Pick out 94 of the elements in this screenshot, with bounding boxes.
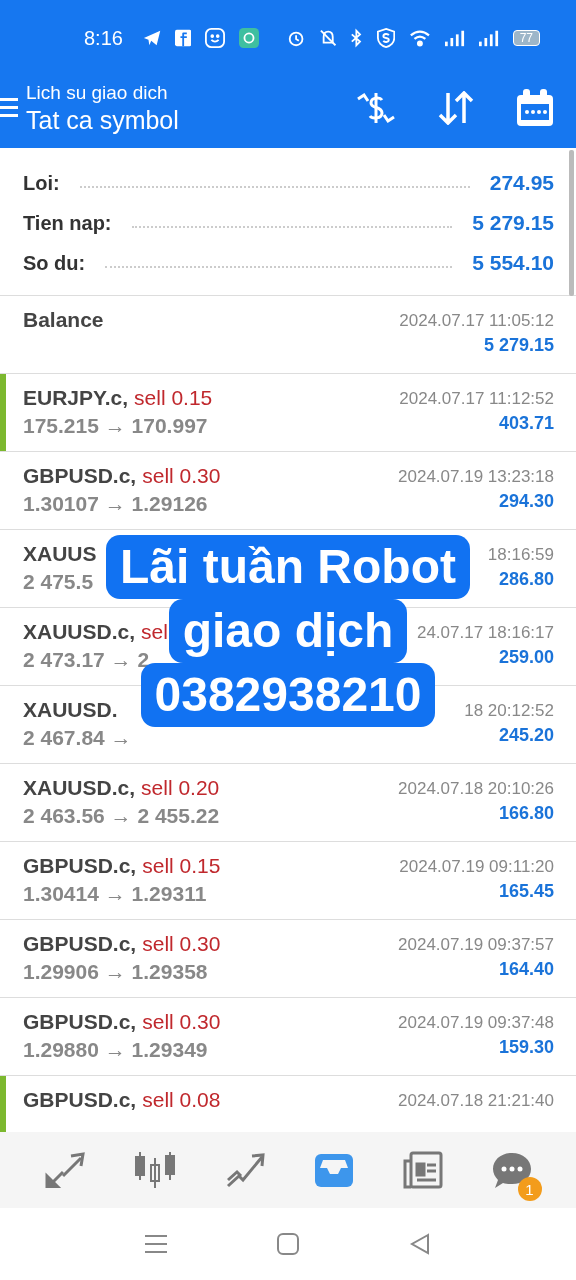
deal-prices: 1.29880 → 1.29349 — [23, 1038, 208, 1062]
summary-label: So du: — [23, 251, 86, 275]
summary-label: Loi: — [23, 171, 60, 195]
deal-prices: 2 463.56 → 2 455.22 — [23, 804, 220, 828]
deal-profit: 159.30 — [498, 1037, 554, 1058]
deal-symbol: XAUUS — [23, 542, 97, 566]
deal-time: 2024.07.18 21:21:40 — [398, 1091, 554, 1111]
deal-profit: 166.80 — [498, 803, 554, 824]
nav-tab[interactable] — [402, 1151, 443, 1189]
deal-symbol: XAUUSD.c, — [23, 776, 136, 800]
deal-prices: 1.30414 → 1.29311 — [23, 882, 207, 906]
square-icon — [277, 1233, 299, 1255]
signal-bars-icon — [444, 29, 465, 47]
deal-time: 2024.07.19 09:37:57 — [398, 935, 554, 955]
deal-prices: 2 467.84 → — [23, 726, 132, 750]
menu-button[interactable] — [0, 96, 18, 120]
deal-prices: 1.30107 → 1.29126 — [23, 492, 208, 516]
deal-type: sell 0.15 — [142, 854, 221, 878]
summary-label: Tien nap: — [23, 211, 112, 235]
deal-type: sell 0.20 — [141, 776, 220, 800]
wifi-icon — [408, 28, 431, 48]
currency-button[interactable] — [356, 90, 396, 126]
candlestick-icon — [133, 1150, 176, 1190]
sort-arrows-icon — [438, 91, 474, 125]
paper-plane-icon — [142, 29, 162, 47]
promo-caption: giao dịch — [168, 599, 408, 663]
deal-type: sell 0.08 — [142, 1088, 221, 1112]
menu-icon — [0, 96, 18, 120]
deal-prices: 2 475.5 — [23, 570, 94, 594]
deal-type: sel — [141, 620, 168, 644]
deal-prices: 1.29906 → 1.29358 — [23, 960, 208, 984]
deal-time: 2024.07.19 13:23:18 — [398, 467, 554, 487]
square-f-icon — [175, 29, 192, 47]
deal-profit: 294.30 — [498, 491, 554, 512]
deal-type: sell 0.30 — [142, 932, 221, 956]
deal-profit: 164.40 — [498, 959, 554, 980]
deal-symbol: GBPUSD.c, — [23, 464, 137, 488]
nav-tab[interactable] — [313, 1152, 354, 1188]
back-triangle-icon — [409, 1233, 431, 1255]
deal-time: 24.07.17 18:16:17 — [416, 623, 554, 643]
battery-indicator: 77 — [512, 30, 540, 46]
deal-time: 2024.07.19 09:37:48 — [398, 1013, 554, 1033]
deal-profit: 245.20 — [498, 725, 554, 746]
summary-value: 5 279.15 — [472, 211, 554, 235]
menu-icon — [145, 1234, 167, 1254]
deal-type: sell 0.15 — [134, 386, 213, 410]
deal-time: 18:16:59 — [487, 545, 554, 565]
sort-button[interactable] — [438, 91, 474, 125]
header-subtitle: Lich su giao dich — [26, 81, 169, 104]
back-button[interactable] — [409, 1233, 431, 1255]
deal-symbol: Balance — [23, 308, 104, 332]
promo-caption: Lãi tuần Robot — [106, 535, 470, 599]
trend-arrow-icon — [224, 1152, 265, 1188]
home-button[interactable] — [277, 1233, 299, 1255]
double-arrow-icon — [44, 1152, 85, 1188]
deal-symbol: EURJPY.c, — [23, 386, 129, 410]
inbox-icon — [313, 1152, 354, 1188]
deal-symbol: XAUUSD. — [23, 698, 118, 722]
header-title: Tat ca symbol — [26, 105, 180, 135]
deal-prices: 175.215 → 170.997 — [23, 414, 208, 438]
summary-value: 5 554.10 — [472, 251, 554, 275]
deal-time: 2024.07.18 20:10:26 — [398, 779, 554, 799]
clock-time: 8:16 — [84, 26, 123, 50]
recents-button[interactable] — [145, 1234, 167, 1254]
chat-app-icon — [239, 27, 260, 49]
deal-time: 2024.07.17 11:05:12 — [399, 311, 554, 331]
deal-time: 2024.07.17 11:12:52 — [399, 389, 554, 409]
deal-time: 2024.07.19 09:11:20 — [399, 857, 554, 877]
deal-profit: 165.45 — [498, 881, 554, 902]
smiley-icon — [205, 27, 226, 49]
newspaper-icon — [402, 1151, 443, 1189]
shield-icon — [376, 27, 395, 49]
deal-profit: 403.71 — [498, 413, 554, 434]
calendar-button[interactable] — [516, 89, 554, 127]
deal-symbol: XAUUSD.c, — [23, 620, 136, 644]
summary-value: 274.95 — [489, 171, 554, 195]
notification-badge: 1 — [517, 1177, 542, 1201]
deal-type: sell 0.30 — [142, 464, 221, 488]
deal-symbol: GBPUSD.c, — [23, 1088, 137, 1112]
deal-symbol: GBPUSD.c, — [23, 932, 137, 956]
nav-tab[interactable] — [133, 1150, 176, 1190]
signal-bars-icon — [478, 29, 499, 47]
calendar-icon — [516, 89, 554, 127]
deal-symbol: GBPUSD.c, — [23, 854, 137, 878]
deal-profit: 5 279.15 — [483, 335, 554, 356]
deal-profit: 259.00 — [498, 647, 554, 668]
nav-tab[interactable] — [224, 1152, 265, 1188]
bell-off-icon — [319, 28, 336, 48]
deal-time: 18 20:12:52 — [464, 701, 554, 721]
deal-type: sell 0.30 — [142, 1010, 221, 1034]
deal-profit: 286.80 — [498, 569, 554, 590]
deal-symbol: GBPUSD.c, — [23, 1010, 137, 1034]
nav-tab[interactable] — [44, 1152, 85, 1188]
bluetooth-icon — [349, 28, 363, 48]
